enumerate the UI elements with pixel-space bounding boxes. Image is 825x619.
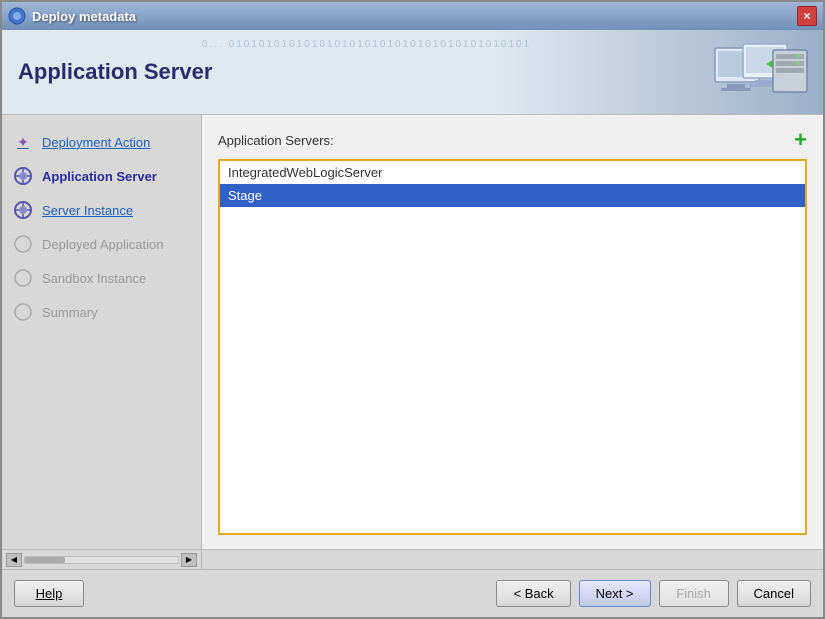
left-scrollbar: ◀ ▶ [2, 550, 202, 569]
back-button[interactable]: < Back [496, 580, 570, 607]
nav-item-deployed-application: Deployed Application [2, 227, 201, 261]
nav-item-application-server[interactable]: Application Server [2, 159, 201, 193]
dialog-title: Deploy metadata [32, 9, 136, 24]
list-item-stage[interactable]: Stage [220, 184, 805, 207]
main-content: ✦ Deployment Action Application Server [2, 115, 823, 549]
nav-item-server-instance[interactable]: Server Instance [2, 193, 201, 227]
header-area: Application Server 0... 0101010101010101… [2, 30, 823, 115]
server-icon-area [713, 40, 813, 108]
content-header: Application Servers: + [218, 129, 807, 151]
title-bar: Deploy metadata × [2, 2, 823, 30]
header-bg-text: 0... 01010101010101010101010101010101010… [202, 38, 713, 52]
dialog: Deploy metadata × Application Server 0..… [0, 0, 825, 619]
right-scroll-spacer [202, 550, 823, 569]
footer-right: < Back Next > Finish Cancel [496, 580, 811, 607]
scroll-track [24, 556, 179, 564]
page-title: Application Server [18, 59, 212, 85]
nav-icon-server-instance [12, 199, 34, 221]
nav-item-summary: Summary [2, 295, 201, 329]
scroll-thumb [25, 557, 65, 563]
nav-icon-summary [12, 301, 34, 323]
footer: Help < Back Next > Finish Cancel [2, 569, 823, 617]
server-list[interactable]: IntegratedWebLogicServer Stage [218, 159, 807, 535]
nav-item-sandbox-instance: Sandbox Instance [2, 261, 201, 295]
nav-icon-deployment-action: ✦ [12, 131, 34, 153]
finish-button[interactable]: Finish [659, 580, 729, 607]
close-button[interactable]: × [797, 6, 817, 26]
scroll-right-arrow[interactable]: ▶ [181, 553, 197, 567]
left-nav: ✦ Deployment Action Application Server [2, 115, 202, 549]
title-bar-left: Deploy metadata [8, 7, 136, 25]
cancel-button[interactable]: Cancel [737, 580, 811, 607]
add-server-button[interactable]: + [794, 129, 807, 151]
right-content: Application Servers: + IntegratedWebLogi… [202, 115, 823, 549]
nav-icon-application-server [12, 165, 34, 187]
next-button[interactable]: Next > [579, 580, 651, 607]
server-icon [713, 40, 813, 105]
scroll-left-arrow[interactable]: ◀ [6, 553, 22, 567]
footer-left: Help [14, 580, 84, 607]
list-item-integrated[interactable]: IntegratedWebLogicServer [220, 161, 805, 184]
bottom-scroll-area: ◀ ▶ [2, 549, 823, 569]
list-label: Application Servers: [218, 133, 334, 148]
nav-icon-deployed-application [12, 233, 34, 255]
nav-icon-sandbox-instance [12, 267, 34, 289]
nav-item-deployment-action[interactable]: ✦ Deployment Action [2, 125, 201, 159]
app-icon [8, 7, 26, 25]
help-button[interactable]: Help [14, 580, 84, 607]
